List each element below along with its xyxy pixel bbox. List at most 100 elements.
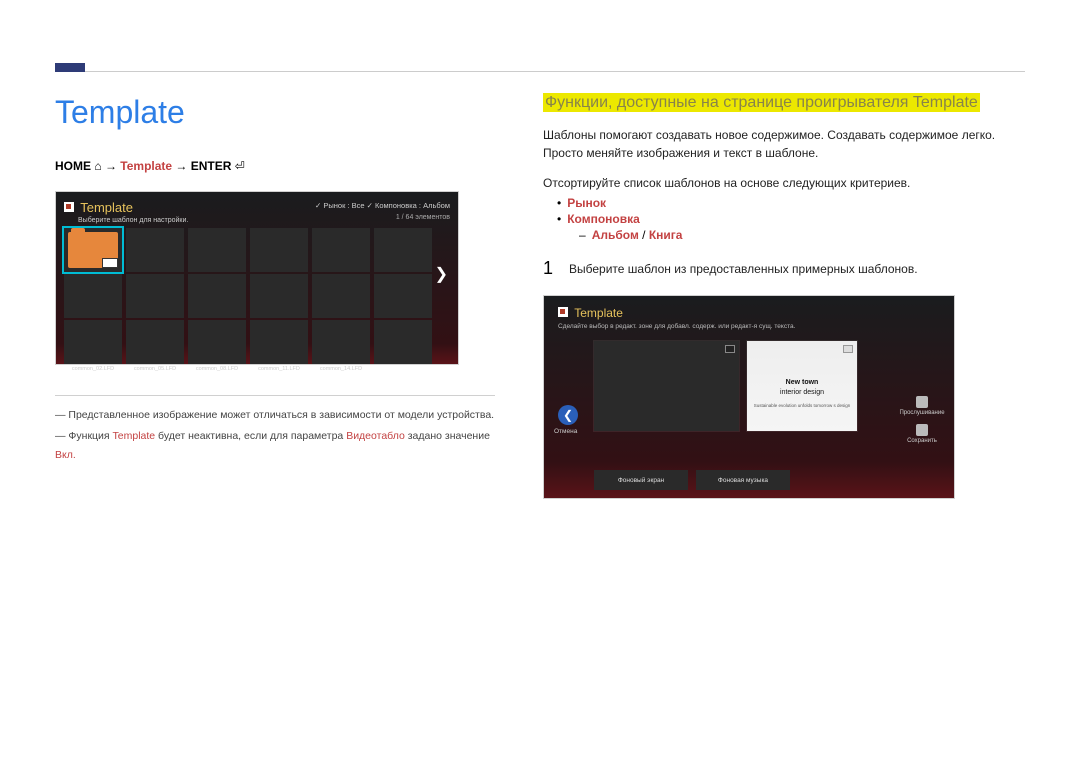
save-label: Сохранить: [907, 438, 937, 444]
folder-thumb-icon: [102, 258, 118, 268]
tile-label: common_08.LFD: [188, 366, 246, 372]
path-arrow-2: →: [175, 159, 190, 173]
tile-label: common_02.LFD: [64, 366, 122, 372]
back-button[interactable]: ❮: [558, 405, 578, 425]
preview-label: Прослушивание: [899, 410, 944, 416]
scr1-filters: ✓ Рынок : Все ✓ Компоновка : Альбом: [315, 201, 450, 210]
path-template: Template: [120, 159, 172, 173]
note2-b: Template: [113, 430, 156, 442]
bullet-sep: /: [639, 228, 649, 242]
template-app-icon: [558, 307, 568, 317]
step-number: 1: [543, 258, 553, 279]
step-1: 1 Выберите шаблон из предоставленных при…: [543, 258, 1025, 279]
top-bar: [55, 0, 1025, 72]
criteria-list: • Рынок • Компоновка ‒ Альбом / Книга: [557, 196, 1025, 242]
pane-text-3: Sustainable evolution unfolds tomorrow s…: [747, 403, 857, 408]
tile[interactable]: common_10.LFD: [250, 274, 308, 318]
footnotes: ― Представленное изображение может отлич…: [55, 395, 495, 465]
tile[interactable]: common_11.LFD: [250, 320, 308, 364]
dash-icon: ―: [55, 409, 68, 421]
enter-icon: ⏎: [235, 159, 245, 173]
note-2: ― Функция Template будет неактивна, если…: [55, 427, 495, 465]
tile-label: common_14.LFD: [312, 366, 370, 372]
bullet-layout-label: Компоновка: [567, 212, 640, 226]
left-column: Template HOME ⌂ → Template → ENTER ⏎ Tem…: [55, 94, 495, 499]
path-arrow-1: →: [105, 159, 120, 173]
tile[interactable]: common_013.LFD: [312, 274, 370, 318]
scr1-title: Template: [80, 200, 133, 215]
scr2-subtitle: Сделайте выбор в редакт. зоне для добавл…: [558, 323, 795, 330]
bullet-album: Альбом: [592, 228, 639, 242]
edit-pane-text[interactable]: New town interior design Sustainable evo…: [747, 341, 857, 431]
bullet-market-label: Рынок: [567, 196, 606, 210]
tile[interactable]: common_09.LFD: [250, 228, 308, 272]
right-actions: Прослушивание Сохранить: [898, 396, 946, 452]
note1-text: Представленное изображение может отличат…: [68, 409, 494, 421]
screenshot-template-grid: Template Выберите шаблон для настройки. …: [55, 191, 459, 365]
note2-e: задано значение: [405, 430, 490, 442]
preview-action[interactable]: Прослушивание: [898, 396, 946, 416]
tile[interactable]: [374, 274, 432, 318]
body-paragraph-2: Отсортируйте список шаблонов на основе с…: [543, 176, 1025, 190]
tile[interactable]: common_12.LFD: [312, 228, 370, 272]
text-zone-icon: [843, 345, 853, 353]
pane-text-2: interior design: [747, 389, 857, 396]
bg-music-button[interactable]: Фоновая музыка: [696, 470, 790, 490]
next-page-icon[interactable]: ❯: [435, 264, 448, 284]
scr2-title: Template: [574, 306, 623, 320]
edit-pane-image[interactable]: [594, 341, 739, 431]
edit-panes: New town interior design Sustainable evo…: [594, 341, 857, 431]
page-content: Template HOME ⌂ → Template → ENTER ⏎ Tem…: [0, 72, 1080, 499]
dash-icon: ―: [55, 430, 68, 442]
nav-path: HOME ⌂ → Template → ENTER ⏎: [55, 159, 495, 173]
page-title: Template: [55, 94, 495, 131]
preview-icon: [916, 396, 928, 408]
back-label: Отмена: [554, 428, 577, 435]
bullet-dot-icon: •: [557, 212, 561, 226]
bg-screen-button[interactable]: Фоновый экран: [594, 470, 688, 490]
tile-selected[interactable]: My template: [64, 228, 122, 272]
bullet-layout: • Компоновка: [557, 212, 1025, 226]
note2-d: Видеотабло: [346, 430, 405, 442]
tile-label: common_05.LFD: [126, 366, 184, 372]
template-grid: My template common_03.LFD common_06.LFD …: [64, 228, 432, 364]
bullet-market: • Рынок: [557, 196, 1025, 210]
tile[interactable]: common_03.LFD: [126, 228, 184, 272]
section-title: Функции, доступные на странице проигрыва…: [543, 93, 980, 112]
path-home: HOME: [55, 159, 91, 173]
tile[interactable]: common_14.LFD: [312, 320, 370, 364]
screenshot-template-editor: Template Сделайте выбор в редакт. зоне д…: [543, 295, 955, 499]
scr2-header: Template: [558, 306, 623, 320]
tile[interactable]: common_08.LFD: [188, 320, 246, 364]
tile[interactable]: common_04.LFD: [126, 274, 184, 318]
step-text: Выберите шаблон из предоставленных приме…: [569, 258, 918, 276]
save-action[interactable]: Сохранить: [898, 424, 946, 444]
bullet-dash-icon: ‒: [579, 228, 586, 242]
tile[interactable]: common_02.LFD: [64, 320, 122, 364]
bottom-buttons: Фоновый экран Фоновая музыка: [594, 470, 790, 490]
note2-a: Функция: [68, 430, 112, 442]
bullet-layout-sub: ‒ Альбом / Книга: [579, 228, 1025, 242]
tile[interactable]: [374, 320, 432, 364]
scr1-subtitle: Выберите шаблон для настройки.: [78, 217, 450, 224]
home-icon: ⌂: [94, 159, 101, 173]
tile[interactable]: [374, 228, 432, 272]
right-column: Функции, доступные на странице проигрыва…: [543, 94, 1025, 499]
tile[interactable]: common_05.LFD: [126, 320, 184, 364]
tile[interactable]: common_07.LFD: [188, 274, 246, 318]
bullet-book: Книга: [649, 228, 683, 242]
tile-label: common_11.LFD: [250, 366, 308, 372]
note2-c: будет неактивна, если для параметра: [155, 430, 346, 442]
path-enter: ENTER: [191, 159, 232, 173]
bullet-dot-icon: •: [557, 196, 561, 210]
tile[interactable]: common_01.LFD: [64, 274, 122, 318]
tile[interactable]: common_06.LFD: [188, 228, 246, 272]
template-app-icon: [64, 202, 74, 212]
save-icon: [916, 424, 928, 436]
scr1-count: 1 / 64 элементов: [396, 214, 450, 221]
pane-text-1: New town: [747, 379, 857, 386]
note-1: ― Представленное изображение может отлич…: [55, 406, 495, 425]
note2-f: Вкл.: [55, 449, 76, 461]
body-paragraph-1: Шаблоны помогают создавать новое содержи…: [543, 126, 1025, 162]
image-zone-icon: [725, 345, 735, 353]
